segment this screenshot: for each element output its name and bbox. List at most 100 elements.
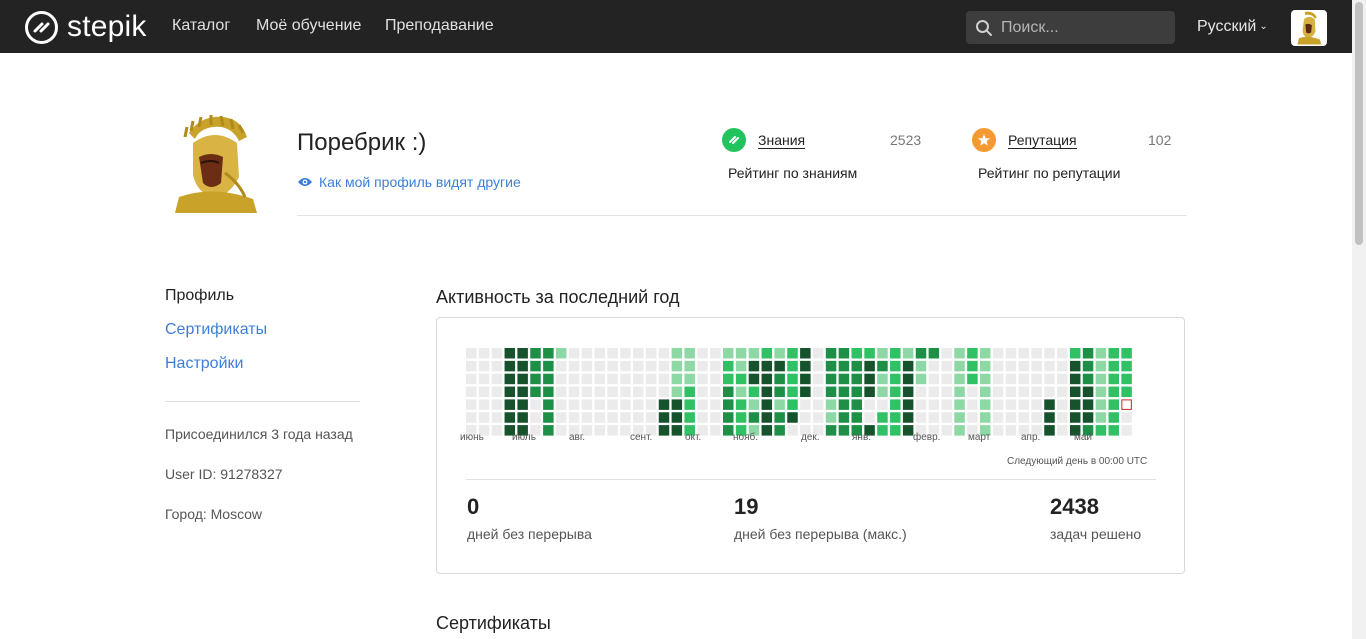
activity-cell[interactable] (748, 348, 760, 359)
activity-cell[interactable] (774, 373, 785, 385)
activity-cell[interactable] (761, 348, 773, 359)
activity-cell[interactable] (478, 412, 490, 423)
activity-cell-today[interactable] (1121, 399, 1132, 410)
activity-cell[interactable] (1121, 425, 1132, 436)
activity-cell[interactable] (530, 399, 541, 410)
activity-cell[interactable] (928, 412, 940, 423)
search-input[interactable] (999, 17, 1163, 38)
activity-cell[interactable] (607, 399, 618, 410)
activity-cell[interactable] (1044, 399, 1055, 410)
activity-cell[interactable] (787, 360, 798, 372)
scrollbar-thumb[interactable] (1355, 2, 1363, 245)
reputation-link[interactable]: Репутация (1008, 132, 1077, 149)
activity-cell[interactable] (864, 373, 875, 385)
activity-cell[interactable] (491, 373, 503, 385)
activity-cell[interactable] (517, 386, 528, 398)
activity-cell[interactable] (658, 412, 670, 423)
activity-cell[interactable] (1018, 348, 1030, 359)
activity-cell[interactable] (504, 399, 516, 410)
activity-cell[interactable] (915, 399, 927, 410)
activity-cell[interactable] (890, 399, 901, 410)
activity-cell[interactable] (877, 348, 888, 359)
activity-cell[interactable] (980, 360, 991, 372)
activity-cell[interactable] (838, 412, 850, 423)
activity-cell[interactable] (1121, 386, 1132, 398)
activity-cell[interactable] (748, 360, 760, 372)
activity-cell[interactable] (1108, 373, 1120, 385)
activity-cell[interactable] (825, 348, 837, 359)
activity-cell[interactable] (633, 386, 644, 398)
knowledge-link[interactable]: Знания (758, 132, 806, 149)
activity-cell[interactable] (1018, 373, 1030, 385)
activity-cell[interactable] (851, 386, 863, 398)
activity-cell[interactable] (645, 386, 657, 398)
activity-cell[interactable] (543, 386, 554, 398)
activity-cell[interactable] (928, 399, 940, 410)
activity-cell[interactable] (1044, 360, 1055, 372)
activity-cell[interactable] (1031, 412, 1042, 423)
activity-cell[interactable] (478, 386, 490, 398)
activity-cell[interactable] (581, 412, 593, 423)
activity-cell[interactable] (568, 360, 580, 372)
activity-cell[interactable] (890, 425, 901, 436)
activity-cell[interactable] (1018, 399, 1030, 410)
activity-cell[interactable] (774, 412, 785, 423)
activity-cell[interactable] (555, 399, 567, 410)
activity-cell[interactable] (697, 412, 708, 423)
activity-cell[interactable] (466, 399, 477, 410)
activity-cell[interactable] (928, 348, 940, 359)
activity-cell[interactable] (1082, 412, 1094, 423)
activity-cell[interactable] (1057, 386, 1068, 398)
activity-cell[interactable] (877, 373, 888, 385)
activity-cell[interactable] (491, 360, 503, 372)
activity-cell[interactable] (1108, 348, 1120, 359)
activity-cell[interactable] (1095, 412, 1107, 423)
activity-cell[interactable] (645, 360, 657, 372)
activity-cell[interactable] (838, 386, 850, 398)
activity-cell[interactable] (838, 360, 850, 372)
activity-cell[interactable] (594, 399, 606, 410)
activity-cell[interactable] (671, 348, 683, 359)
activity-cell[interactable] (1121, 348, 1132, 359)
activity-cell[interactable] (980, 399, 991, 410)
activity-cell[interactable] (864, 399, 875, 410)
activity-cell[interactable] (1018, 412, 1030, 423)
activity-cell[interactable] (825, 412, 837, 423)
activity-cell[interactable] (504, 360, 516, 372)
activity-cell[interactable] (555, 425, 567, 436)
activity-cell[interactable] (581, 348, 593, 359)
activity-cell[interactable] (838, 373, 850, 385)
activity-cell[interactable] (1044, 412, 1055, 423)
activity-cell[interactable] (620, 373, 631, 385)
activity-cell[interactable] (1057, 348, 1068, 359)
activity-cell[interactable] (800, 399, 811, 410)
activity-cell[interactable] (825, 360, 837, 372)
activity-cell[interactable] (1082, 386, 1094, 398)
activity-cell[interactable] (1121, 360, 1132, 372)
activity-cell[interactable] (530, 360, 541, 372)
activity-cell[interactable] (851, 412, 863, 423)
activity-cell[interactable] (697, 348, 708, 359)
activity-cell[interactable] (504, 373, 516, 385)
activity-cell[interactable] (710, 425, 721, 436)
activity-cell[interactable] (1095, 348, 1107, 359)
activity-cell[interactable] (928, 386, 940, 398)
activity-cell[interactable] (1108, 399, 1120, 410)
activity-cell[interactable] (568, 348, 580, 359)
activity-cell[interactable] (555, 386, 567, 398)
page-scrollbar[interactable] (1352, 0, 1366, 639)
activity-cell[interactable] (530, 412, 541, 423)
activity-cell[interactable] (658, 348, 670, 359)
activity-cell[interactable] (581, 373, 593, 385)
activity-cell[interactable] (890, 348, 901, 359)
activity-cell[interactable] (671, 412, 683, 423)
activity-cell[interactable] (748, 399, 760, 410)
activity-cell[interactable] (1082, 360, 1094, 372)
activity-cell[interactable] (1121, 412, 1132, 423)
activity-cell[interactable] (890, 360, 901, 372)
activity-cell[interactable] (1069, 399, 1081, 410)
activity-cell[interactable] (812, 386, 824, 398)
activity-cell[interactable] (671, 425, 683, 436)
activity-cell[interactable] (992, 373, 1004, 385)
activity-cell[interactable] (568, 386, 580, 398)
